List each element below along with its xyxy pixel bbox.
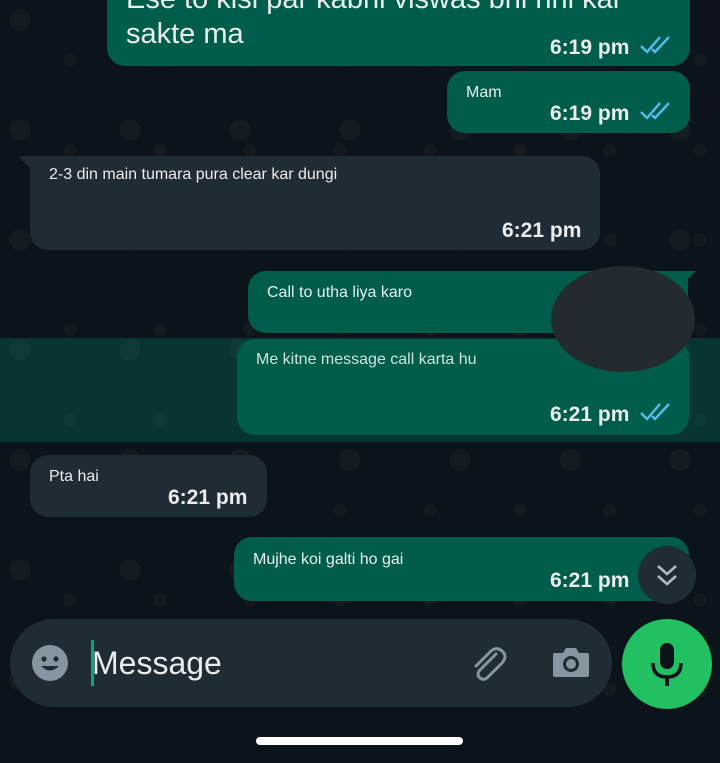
message-text: Mam [466, 84, 502, 101]
emoji-icon[interactable] [30, 643, 70, 683]
message-time: 6:21 pm [502, 219, 582, 242]
message-time: 6:19 pm [550, 36, 630, 59]
read-ticks-icon [640, 403, 670, 421]
home-indicator [256, 737, 463, 745]
double-chevron-down-icon [657, 565, 677, 586]
message-time: 6:21 pm [168, 486, 248, 509]
mic-icon [651, 643, 683, 686]
message-text: 2-3 din main tumara pura clear kar dungi [49, 166, 338, 183]
message-text: Pta hai [49, 468, 99, 485]
message-time: 6:21 pm [550, 403, 630, 426]
message-text: Ese to kisi par kabhi viswas bhi nhi kar [126, 0, 622, 16]
message-text: Me kitne message call karta hu [256, 351, 477, 368]
read-ticks-icon [640, 102, 670, 120]
read-ticks-icon [640, 36, 670, 54]
mic-button[interactable] [622, 619, 712, 709]
message-text: Mujhe koi galti ho gai [253, 551, 404, 568]
message-input[interactable]: Message [92, 645, 222, 682]
attach-icon[interactable] [466, 642, 510, 686]
message-time: 6:21 pm [550, 569, 630, 592]
message-time: 6:19 pm [550, 102, 630, 125]
scroll-to-bottom-button[interactable] [638, 546, 696, 604]
camera-icon[interactable] [551, 644, 591, 680]
message-text: sakte ma [126, 18, 244, 50]
message-text: Call to utha liya karo [267, 284, 412, 301]
redaction-overlay [551, 266, 695, 372]
